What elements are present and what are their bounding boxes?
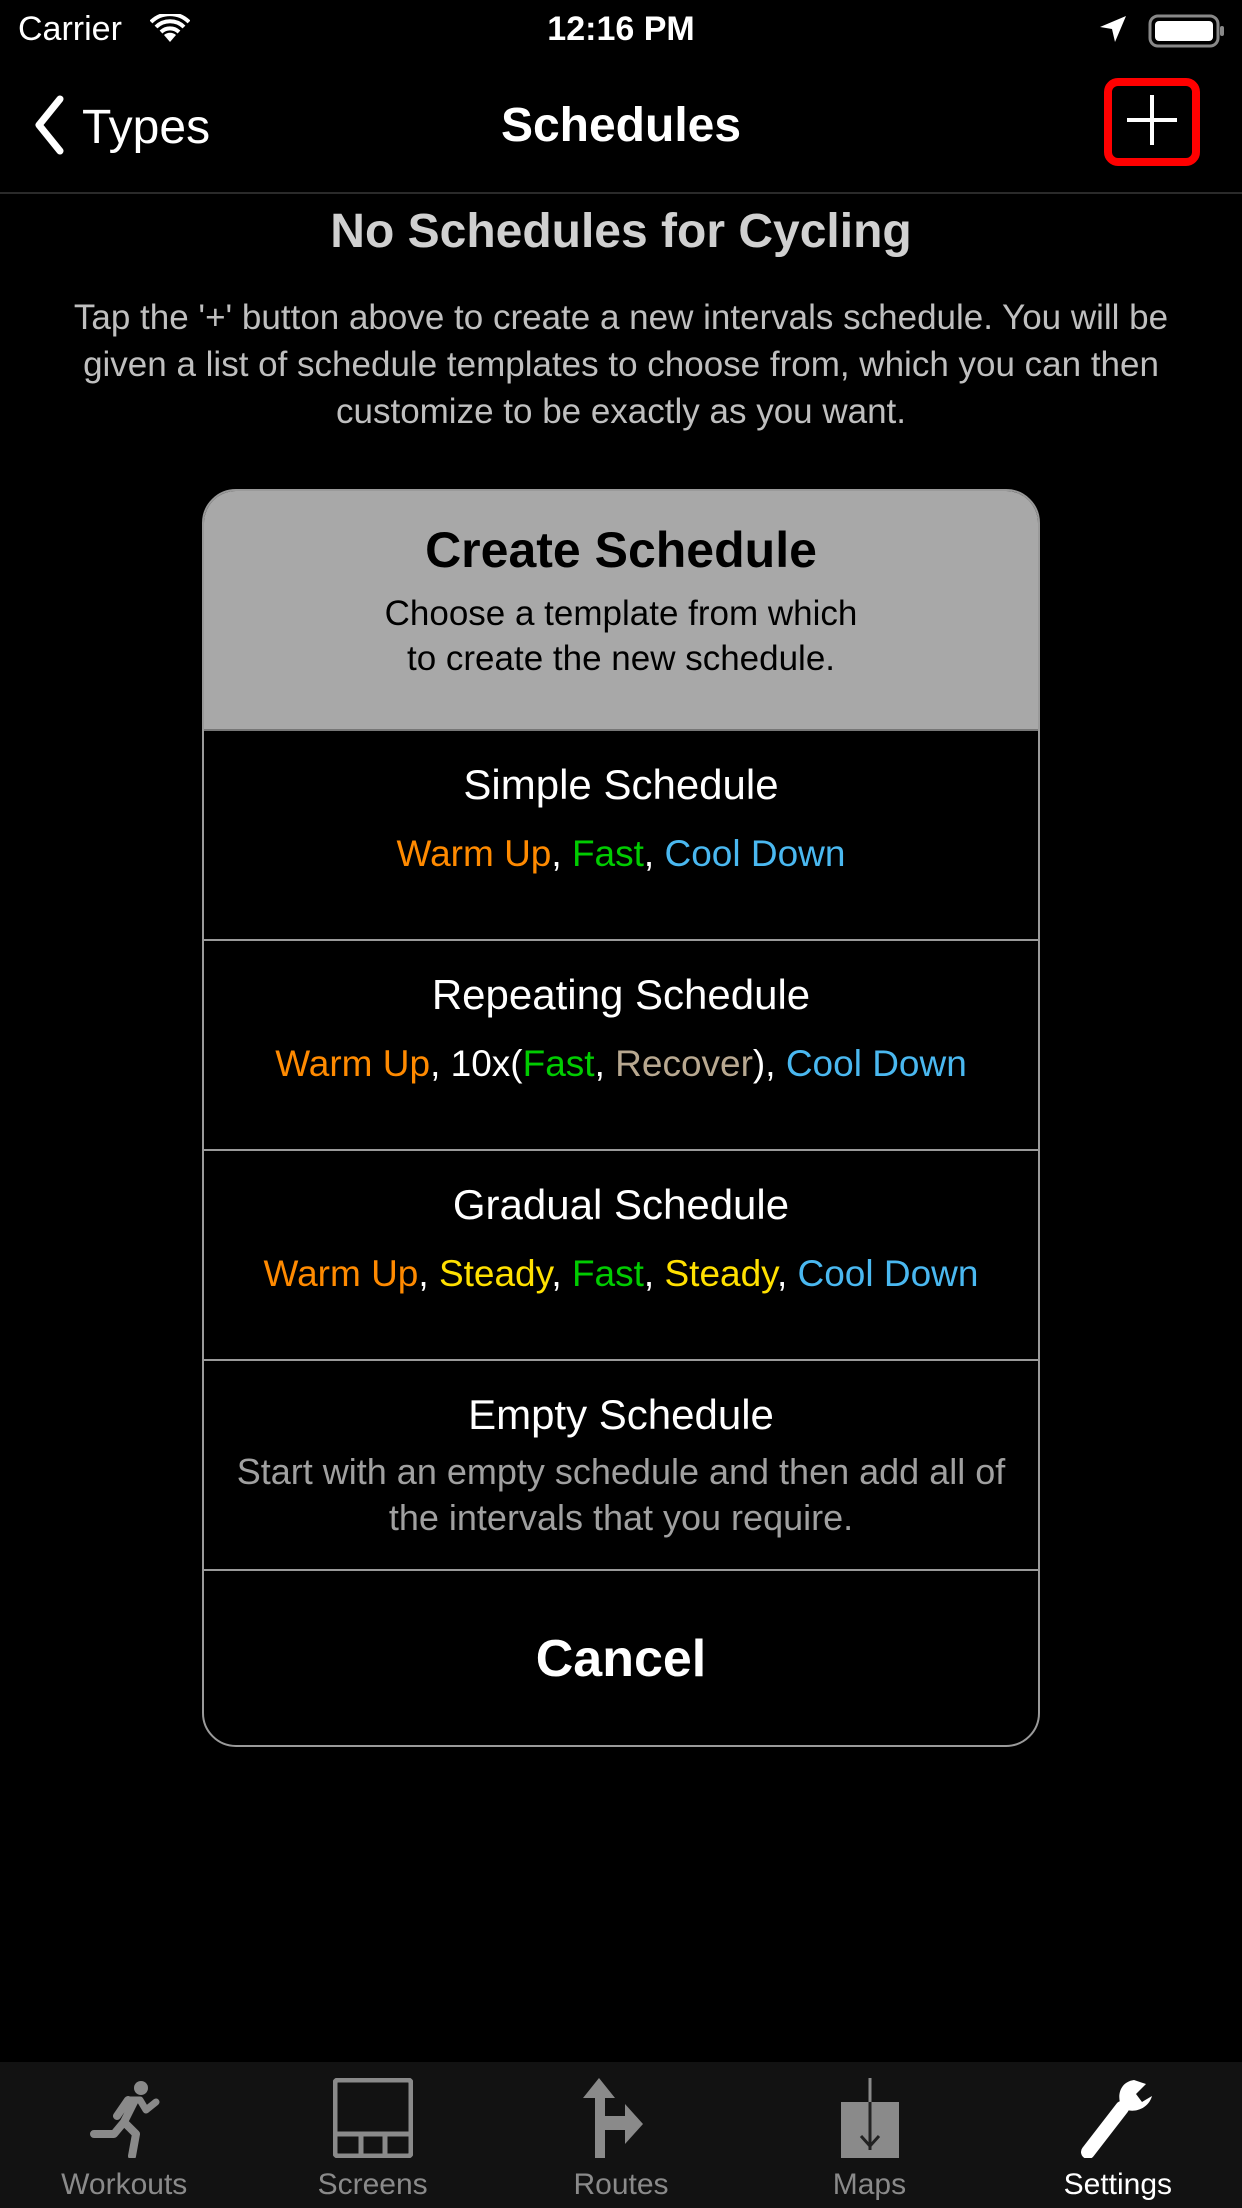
create-schedule-sheet: Create Schedule Choose a template from w… — [202, 489, 1040, 1747]
tab-maps[interactable]: Maps — [745, 2062, 993, 2208]
sheet-header: Create Schedule Choose a template from w… — [204, 491, 1038, 731]
option-empty-schedule[interactable]: Empty Schedule Start with an empty sched… — [204, 1361, 1038, 1571]
wrench-icon — [1078, 2078, 1158, 2158]
location-arrow-icon — [1098, 14, 1128, 49]
interval-segment: , — [643, 833, 665, 874]
option-simple-schedule[interactable]: Simple Schedule Warm Up, Fast, Cool Down — [204, 731, 1038, 941]
option-title: Gradual Schedule — [452, 1181, 790, 1228]
option-title: Repeating Schedule — [431, 971, 811, 1018]
interval-segment: Warm Up — [275, 1043, 431, 1084]
running-icon — [84, 2078, 164, 2158]
interval-segment: Warm Up — [263, 1253, 419, 1294]
empty-state-title: No Schedules for Cycling — [330, 205, 912, 258]
tab-settings[interactable]: Settings — [994, 2062, 1242, 2208]
routes-icon — [581, 2078, 661, 2158]
interval-segment: , — [551, 1253, 572, 1294]
plus-icon — [1125, 93, 1179, 152]
option-intervals: Warm Up, Fast, Cool Down — [204, 833, 1038, 875]
interval-segment: Fast — [571, 1253, 644, 1294]
interval-segment: Warm Up — [396, 833, 552, 874]
tab-label: Maps — [832, 2168, 907, 2201]
interval-segment: Fast — [522, 1043, 595, 1084]
interval-segment: , — [594, 1043, 616, 1084]
maps-download-icon — [829, 2078, 909, 2158]
sheet-subtitle-line: Choose a template from which — [384, 594, 858, 633]
interval-segment: , 10x( — [430, 1043, 523, 1084]
tab-label: Routes — [573, 2168, 669, 2201]
interval-segment: Fast — [571, 833, 644, 874]
battery-icon — [1148, 14, 1226, 53]
interval-segment: , — [418, 1253, 439, 1294]
interval-segment: Recover — [615, 1043, 753, 1084]
option-description: Start with an empty schedule and then ad… — [236, 1451, 1006, 1538]
sheet-subtitle: Choose a template from which to create t… — [204, 591, 1038, 681]
option-title: Simple Schedule — [463, 761, 779, 808]
empty-state-description: Tap the '+' button above to create a new… — [73, 298, 1169, 431]
interval-segment: Steady — [438, 1253, 552, 1294]
cancel-button[interactable]: Cancel — [204, 1571, 1038, 1745]
option-intervals: Warm Up, 10x(Fast, Recover), Cool Down — [204, 1043, 1038, 1085]
interval-segment: , — [776, 1253, 798, 1294]
interval-segment: Cool Down — [664, 833, 846, 874]
interval-segment: Cool Down — [785, 1043, 967, 1084]
tab-workouts[interactable]: Workouts — [0, 2062, 248, 2208]
interval-segment: ), — [752, 1043, 786, 1084]
sheet-title: Create Schedule — [425, 522, 817, 578]
tab-screens[interactable]: Screens — [248, 2062, 496, 2208]
option-repeating-schedule[interactable]: Repeating Schedule Warm Up, 10x(Fast, Re… — [204, 941, 1038, 1151]
interval-segment: , — [643, 1253, 665, 1294]
tab-label: Workouts — [61, 2168, 188, 2201]
page-title: Schedules — [500, 99, 742, 152]
tab-label: Screens — [317, 2168, 428, 2201]
add-schedule-button[interactable] — [1104, 78, 1200, 166]
interval-segment: Cool Down — [797, 1253, 979, 1294]
screens-icon — [332, 2078, 413, 2158]
interval-segment: , — [551, 833, 572, 874]
option-gradual-schedule[interactable]: Gradual Schedule Warm Up, Steady, Fast, … — [204, 1151, 1038, 1361]
sheet-subtitle-line: to create the new schedule. — [406, 639, 836, 678]
status-bar: Carrier 12:16 PM — [0, 0, 1242, 60]
navigation-bar: Types Schedules — [0, 60, 1242, 194]
option-title: Empty Schedule — [468, 1391, 774, 1438]
clock: 12:16 PM — [547, 10, 695, 48]
tab-label: Settings — [1063, 2168, 1173, 2201]
tab-bar: Workouts Screens Routes Maps Settings — [0, 2062, 1242, 2208]
tab-routes[interactable]: Routes — [497, 2062, 745, 2208]
interval-segment: Steady — [664, 1253, 777, 1294]
option-intervals: Warm Up, Steady, Fast, Steady, Cool Down — [204, 1253, 1038, 1295]
